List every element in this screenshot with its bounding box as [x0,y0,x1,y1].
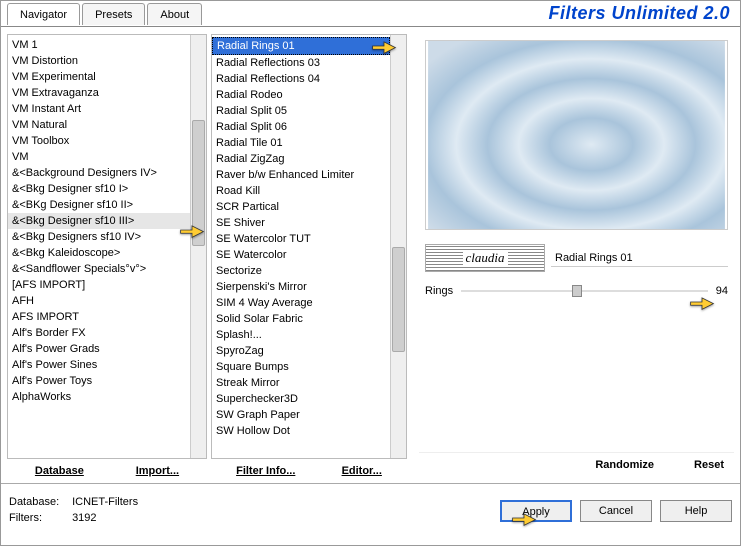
category-item[interactable]: AlphaWorks [8,389,190,405]
reset-button[interactable]: Reset [694,459,724,471]
filter-item[interactable]: Streak Mirror [212,375,390,391]
category-item[interactable]: &<BKg Designer sf10 II> [8,197,190,213]
filter-item[interactable]: Radial Rings 01 [212,37,390,55]
tab-presets[interactable]: Presets [82,3,145,25]
cancel-button[interactable]: Cancel [580,500,652,522]
tab-navigator[interactable]: Navigator [7,3,80,25]
filter-item[interactable]: Radial Rodeo [212,87,390,103]
filter-item[interactable]: Road Kill [212,183,390,199]
status-info: Database: ICNET-Filters Filters: 3192 [9,495,138,526]
category-item[interactable]: Alf's Border FX [8,325,190,341]
filter-item[interactable]: Splash!... [212,327,390,343]
category-item[interactable]: VM [8,149,190,165]
category-item[interactable]: VM Instant Art [8,101,190,117]
filter-item[interactable]: SE Watercolor TUT [212,231,390,247]
filter-item[interactable]: SW Graph Paper [212,407,390,423]
filter-item[interactable]: Sectorize [212,263,390,279]
filter-item[interactable]: Radial Tile 01 [212,135,390,151]
editor-button[interactable]: Editor... [342,465,382,477]
filter-item[interactable]: Radial Reflections 03 [212,55,390,71]
category-item[interactable]: VM Experimental [8,69,190,85]
category-item[interactable]: &<Bkg Designer sf10 I> [8,181,190,197]
filter-item[interactable]: SpyroZag [212,343,390,359]
param-label: Rings [425,285,453,297]
category-item[interactable]: &<Bkg Kaleidoscope> [8,245,190,261]
category-item[interactable]: &<Sandflower Specials°v°> [8,261,190,277]
filter-item[interactable]: Square Bumps [212,359,390,375]
category-item[interactable]: VM Extravaganza [8,85,190,101]
filter-item[interactable]: Radial ZigZag [212,151,390,167]
filter-item[interactable]: SW Hollow Dot [212,423,390,439]
tab-about[interactable]: About [147,3,202,25]
filter-item[interactable]: SCR Partical [212,199,390,215]
filter-item[interactable]: Superchecker3D [212,391,390,407]
category-item[interactable]: Alf's Power Grads [8,341,190,357]
category-item[interactable]: VM Distortion [8,53,190,69]
category-item[interactable]: &<Bkg Designer sf10 III> [8,213,190,229]
category-item[interactable]: AFH [8,293,190,309]
database-button[interactable]: Database [35,465,84,477]
filter-info-button[interactable]: Filter Info... [236,465,295,477]
param-slider[interactable] [461,282,708,300]
watermark: claudia [425,244,545,272]
category-item[interactable]: VM Toolbox [8,133,190,149]
filter-item[interactable]: Radial Split 05 [212,103,390,119]
filter-list[interactable]: Radial Rings 01Radial Reflections 03Radi… [212,35,390,458]
filter-item[interactable]: SIM 4 Way Average [212,295,390,311]
category-list[interactable]: VM 1VM DistortionVM ExperimentalVM Extra… [8,35,190,458]
filter-item[interactable]: Radial Split 06 [212,119,390,135]
import-button[interactable]: Import... [136,465,179,477]
help-button[interactable]: Help [660,500,732,522]
category-item[interactable]: Alf's Power Toys [8,373,190,389]
filter-item[interactable]: Solid Solar Fabric [212,311,390,327]
category-item[interactable]: [AFS IMPORT] [8,277,190,293]
category-item[interactable]: &<Background Designers IV> [8,165,190,181]
param-value: 94 [716,285,728,297]
category-scrollbar[interactable] [190,35,206,458]
filter-item[interactable]: Sierpenski's Mirror [212,279,390,295]
apply-button[interactable]: Apply [500,500,572,522]
filter-item[interactable]: SE Watercolor [212,247,390,263]
category-item[interactable]: AFS IMPORT [8,309,190,325]
filter-scrollbar[interactable] [390,35,406,458]
randomize-button[interactable]: Randomize [595,459,654,471]
category-item[interactable]: VM 1 [8,37,190,53]
filter-item[interactable]: Radial Reflections 04 [212,71,390,87]
category-item[interactable]: &<Bkg Designers sf10 IV> [8,229,190,245]
app-title: Filters Unlimited 2.0 [548,3,730,24]
preview-image [425,40,728,230]
current-filter-name: Radial Rings 01 [551,250,728,267]
category-item[interactable]: VM Natural [8,117,190,133]
category-item[interactable]: Alf's Power Sines [8,357,190,373]
filter-item[interactable]: SE Shiver [212,215,390,231]
filter-item[interactable]: Raver b/w Enhanced Limiter [212,167,390,183]
